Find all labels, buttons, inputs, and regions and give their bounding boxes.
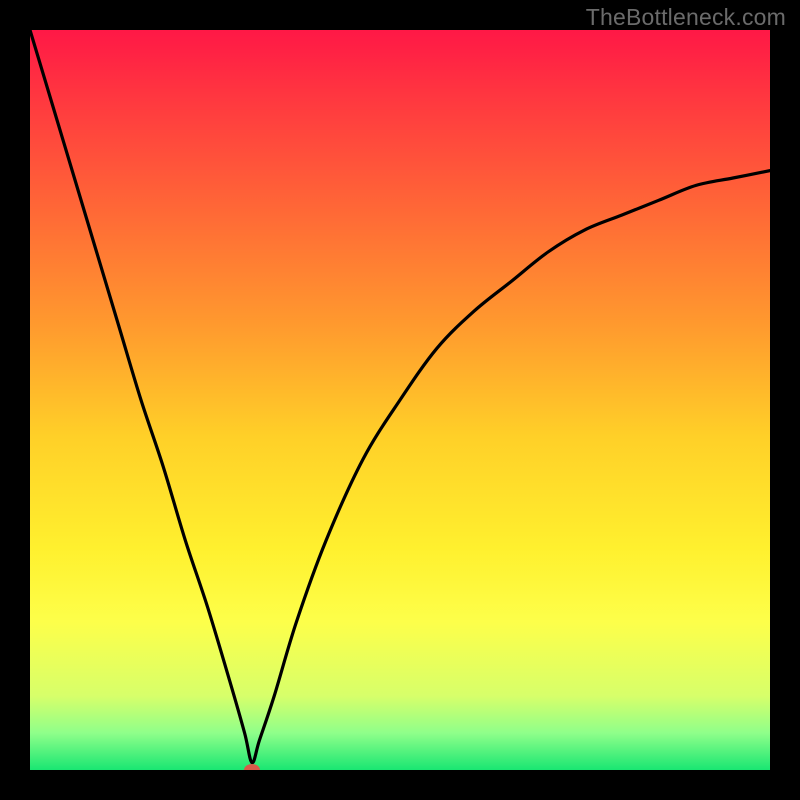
plot-area xyxy=(30,30,770,770)
chart-frame: TheBottleneck.com xyxy=(0,0,800,800)
watermark-text: TheBottleneck.com xyxy=(586,4,786,31)
bottleneck-chart xyxy=(30,30,770,770)
